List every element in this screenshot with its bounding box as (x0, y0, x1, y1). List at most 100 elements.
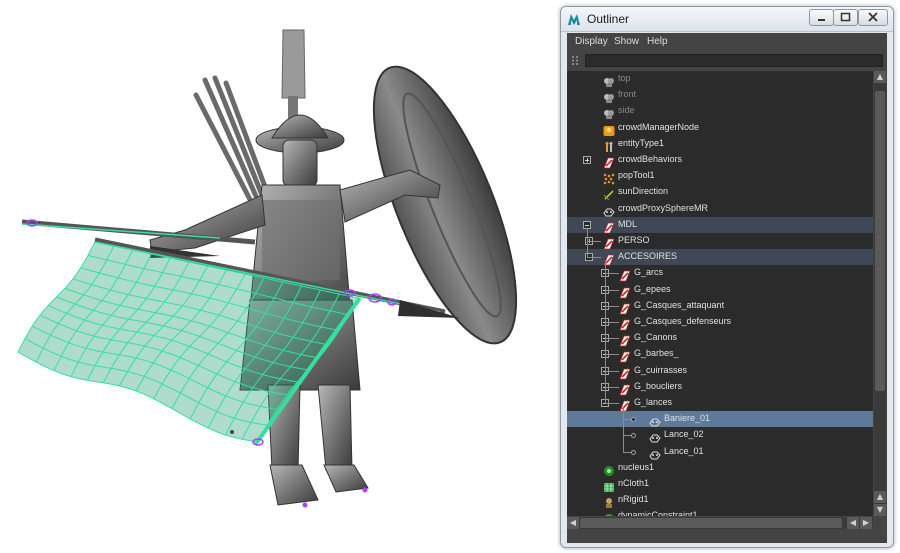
nucleus-icon (603, 462, 615, 476)
nrigid-icon (603, 494, 615, 509)
outliner-item-label: G_cuirrasses (634, 364, 688, 375)
tree-guide-line (587, 228, 588, 258)
outliner-item-label: front (618, 89, 637, 100)
scroll-right-arrow-icon[interactable]: ▶ (860, 517, 872, 529)
outliner-row[interactable]: sunDirection (567, 184, 873, 201)
viewport-scene (17, 29, 518, 508)
outliner-item-label: G_lances (634, 397, 673, 407)
window-title: Outliner (587, 12, 630, 26)
outliner-row[interactable]: PERSO (567, 233, 873, 250)
tree-guide-line (623, 435, 631, 437)
title-bar[interactable]: Outliner (561, 7, 893, 32)
outliner-row[interactable]: nRigid1 (567, 492, 873, 509)
close-button[interactable] (858, 9, 888, 26)
outliner-row[interactable]: crowdManagerNode (567, 120, 873, 136)
tree-guide-line (605, 322, 619, 323)
entity-type-icon (603, 138, 615, 152)
outliner-row[interactable]: top (567, 71, 873, 87)
mesh-icon (649, 429, 661, 443)
tree-guide-line (605, 289, 619, 291)
vertical-scroll-thumb[interactable] (875, 91, 885, 391)
outliner-row[interactable]: front (567, 87, 873, 104)
maximize-button[interactable] (833, 9, 858, 26)
outliner-window[interactable]: Outliner Display Show Help top front side c… (560, 6, 894, 548)
outliner-item-label: entityType1 (618, 137, 665, 148)
mesh-icon (649, 446, 661, 460)
outliner-row[interactable]: Lance_01 (567, 444, 873, 460)
outliner-row[interactable]: nucleus1 (567, 460, 873, 476)
outliner-item-label: PERSO (618, 235, 650, 245)
outliner-item-label: dynamicConstraint1 (618, 510, 698, 516)
outliner-row[interactable]: MDL (567, 216, 873, 234)
outliner-item-label: G_barbes_ (634, 348, 679, 359)
tree-guide-line (605, 354, 619, 356)
scroll-left-arrow-icon[interactable]: ◀ (847, 517, 859, 529)
outliner-row[interactable]: dynamicConstraint1 (567, 508, 873, 516)
transform-icon (619, 267, 631, 282)
tree-guide-line (623, 451, 631, 453)
outliner-row[interactable]: crowdProxySphereMR (567, 201, 873, 217)
camera-icon (603, 89, 615, 104)
menu-bar: Display Show Help (567, 33, 887, 52)
outliner-item-label: G_arcs (634, 267, 664, 278)
transform-icon (619, 316, 631, 331)
outliner-row[interactable]: entityType1 (567, 136, 873, 152)
filter-row (567, 52, 887, 69)
outliner-row[interactable]: crowdBehaviors (567, 152, 873, 169)
outliner-item-label: nucleus1 (618, 461, 655, 472)
menu-display[interactable]: Display (575, 36, 608, 47)
scroll-down-arrow-icon[interactable]: ▼ (874, 504, 886, 516)
transform-icon (619, 381, 631, 396)
expand-plus-icon[interactable] (583, 156, 591, 164)
scroll-left-arrow-icon[interactable]: ◀ (567, 517, 579, 529)
outliner-row[interactable]: Baniere_01 (567, 411, 873, 428)
transform-icon (603, 154, 615, 169)
leaf-node-icon (631, 417, 636, 423)
mesh-icon (603, 203, 615, 217)
collapse-minus-icon[interactable] (583, 220, 591, 229)
outliner-item-label: sunDirection (618, 186, 669, 197)
camera-icon (603, 105, 615, 120)
outliner-item-label: MDL (618, 218, 638, 229)
outliner-item-label: crowdProxySphereMR (618, 202, 709, 213)
outliner-row[interactable]: ACCESOIRES (567, 249, 873, 266)
scroll-up-arrow-icon[interactable]: ▲ (874, 71, 886, 83)
menu-help[interactable]: Help (647, 36, 668, 47)
outliner-row[interactable]: popTool1 (567, 168, 873, 185)
camera-icon (603, 73, 615, 87)
maximize-icon (840, 12, 851, 22)
grip-dots-icon[interactable] (571, 55, 579, 66)
transform-icon (603, 219, 615, 234)
leaf-node-icon (631, 433, 636, 439)
outliner-item-label: nCloth1 (618, 478, 650, 488)
maya-app-icon (568, 14, 580, 25)
outliner-row[interactable]: Lance_02 (567, 427, 873, 443)
outliner-item-label: G_boucliers (634, 380, 683, 391)
outliner-tree[interactable]: top front side crowdManagerNode entityType1 c… (567, 71, 873, 516)
transform-icon (619, 284, 631, 298)
horizontal-scrollbar[interactable]: ◀ ◀ ▶ (567, 517, 873, 529)
outliner-item-label: Lance_02 (664, 429, 704, 440)
vertical-scrollbar[interactable]: ▲ ▲ ▼ (874, 71, 886, 516)
outliner-item-label: G_Casques_attaquant (634, 299, 725, 310)
tree-guide-line (587, 241, 601, 242)
outliner-row[interactable]: nCloth1 (567, 476, 873, 492)
menu-show[interactable]: Show (614, 36, 639, 47)
outliner-panel: Display Show Help top front side crowdManag… (567, 33, 887, 543)
outliner-item-label: G_Casques_defenseurs (634, 316, 732, 326)
outliner-item-label: popTool1 (618, 170, 655, 181)
outliner-row[interactable]: side (567, 103, 873, 120)
scroll-up-arrow-icon[interactable]: ▲ (874, 491, 886, 503)
dynamic-constraint-icon (603, 510, 615, 516)
transform-icon (619, 332, 631, 347)
crowd-manager-icon (603, 122, 615, 136)
tree-guide-line (605, 261, 606, 403)
outliner-item-label: G_epees (634, 283, 671, 294)
horizontal-scroll-thumb[interactable] (580, 518, 842, 528)
transform-icon (603, 235, 615, 250)
viewport-3d[interactable] (0, 0, 558, 553)
quiver-arrows (193, 75, 273, 218)
filter-input[interactable] (585, 54, 883, 67)
tree-guide-line (605, 386, 619, 388)
minimize-button[interactable] (809, 9, 834, 26)
